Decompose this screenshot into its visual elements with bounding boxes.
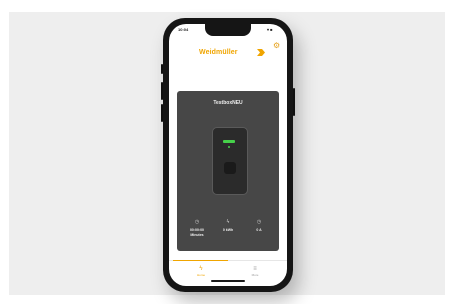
brand-logo-mark-icon [257, 49, 265, 56]
bolt-icon: ϟ [226, 219, 230, 225]
tab-more[interactable]: ≡ More [235, 266, 275, 277]
stat-energy: ϟ 0 kWh [213, 219, 243, 233]
active-tab-indicator [173, 260, 228, 261]
charger-card[interactable]: TestboxNEU ◷ 00:00:00 Minutes ϟ 0 kWh ◷ … [177, 91, 279, 251]
mute-switch [161, 64, 163, 74]
tab-bar: ϟ Home ≡ More [169, 260, 287, 286]
tab-home-label: Home [196, 273, 205, 277]
menu-icon: ≡ [253, 266, 257, 272]
stat-current-value: 0 A [256, 228, 262, 232]
wallbox-image [212, 127, 248, 195]
notch [205, 24, 251, 36]
phone-frame: 10:04 ▾ ■ Weidmüller ⚙ TestboxNEU ◷ 00:0… [161, 18, 295, 292]
tab-more-label: More [251, 273, 259, 277]
stat-duration: ◷ 00:00:00 Minutes [182, 219, 212, 238]
status-led [223, 140, 235, 143]
home-indicator[interactable] [211, 280, 245, 282]
status-indicators: ▾ ■ [267, 27, 273, 32]
volume-down-button [161, 104, 163, 122]
power-button [293, 88, 295, 116]
volume-up-button [161, 82, 163, 100]
stat-current: ◷ 0 A [244, 219, 274, 233]
gear-icon[interactable]: ⚙ [273, 41, 280, 50]
charger-name: TestboxNEU [213, 100, 243, 106]
stat-duration-value: 00:00:00 Minutes [189, 228, 204, 237]
app-screen: 10:04 ▾ ■ Weidmüller ⚙ TestboxNEU ◷ 00:0… [169, 24, 287, 286]
status-time: 10:04 [178, 27, 189, 32]
stat-energy-value: 0 kWh [222, 228, 234, 232]
bolt-icon: ϟ [199, 266, 203, 272]
gauge-icon: ◷ [256, 219, 262, 225]
status-led-dot [228, 146, 230, 148]
charging-socket [224, 162, 236, 174]
clock-icon: ◷ [194, 219, 200, 225]
tab-home[interactable]: ϟ Home [181, 266, 221, 277]
brand-logo: Weidmüller [199, 49, 238, 56]
